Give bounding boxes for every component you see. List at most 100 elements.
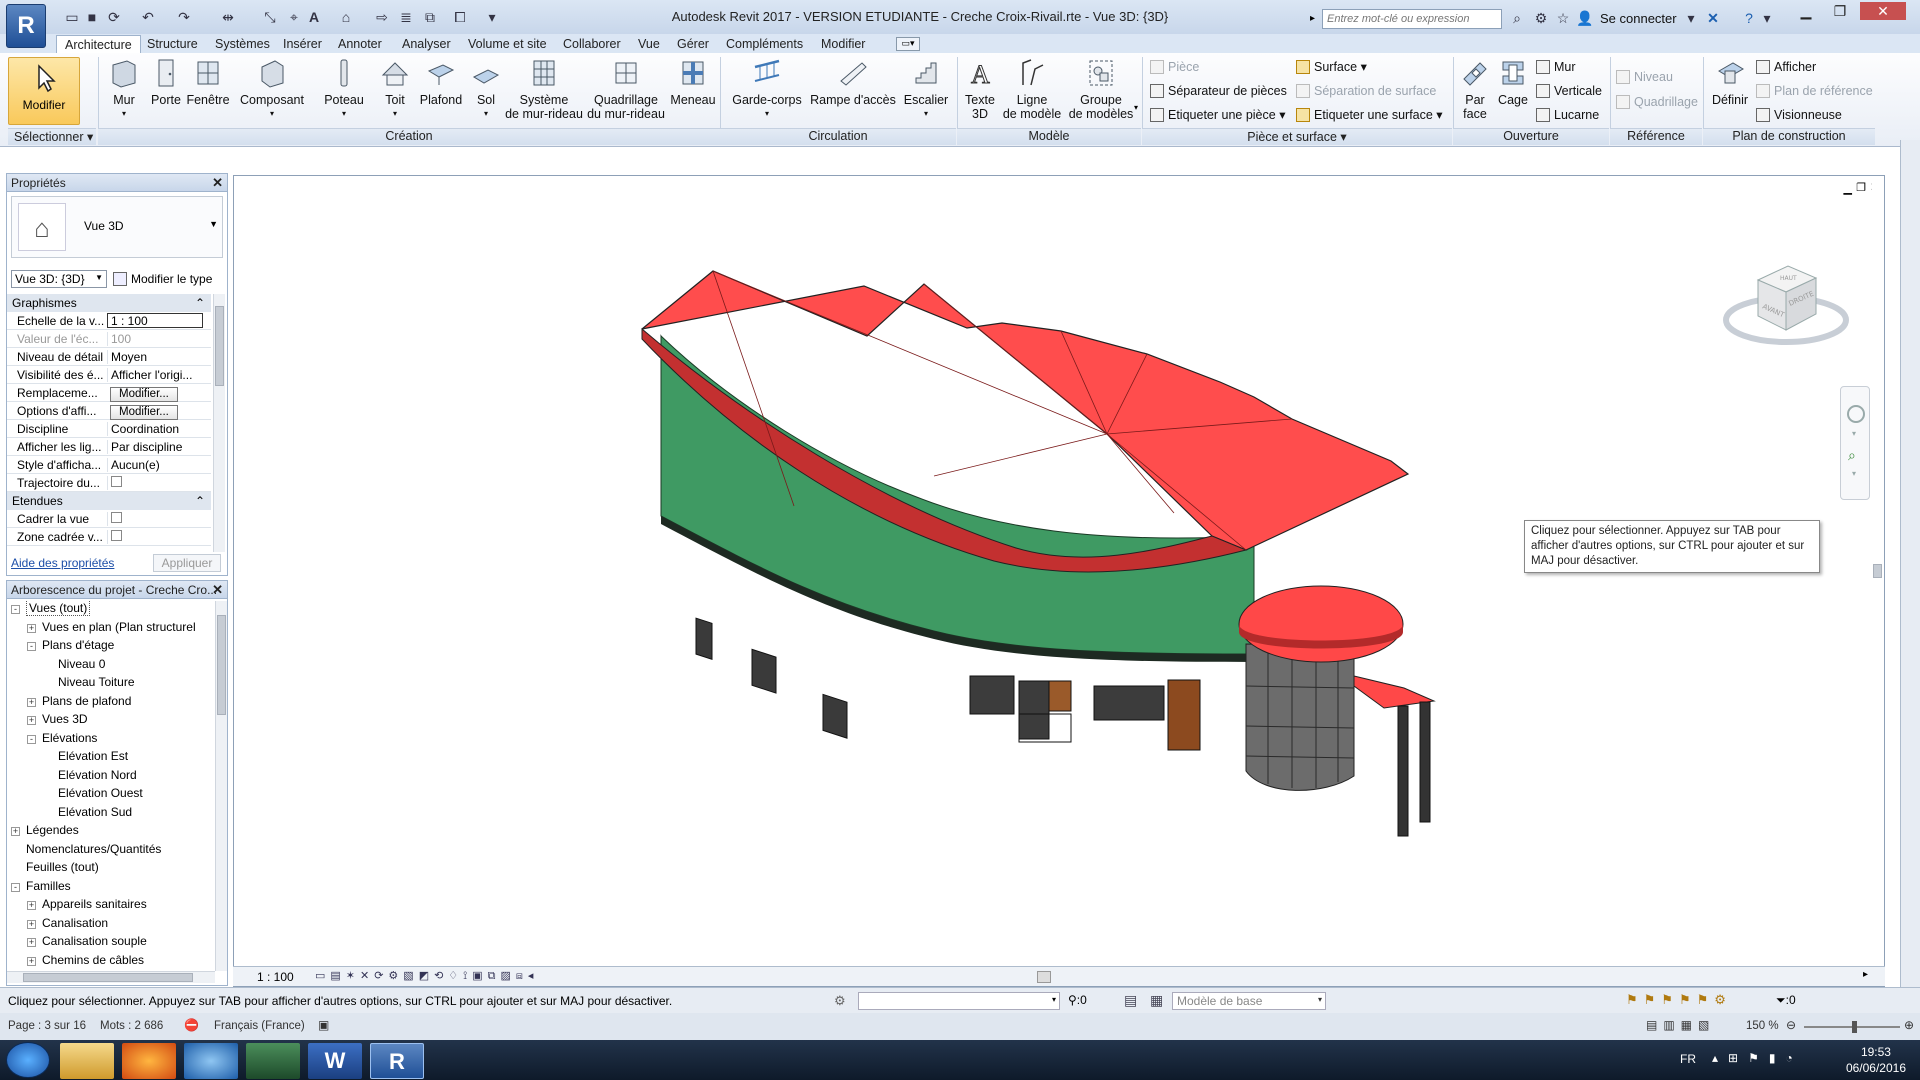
select-panel-label[interactable]: Sélectionner ▾ — [8, 128, 96, 145]
curtain-system-button[interactable]: Système de mur-rideau — [504, 57, 584, 121]
zoom-level[interactable]: 150 % — [1746, 1020, 1779, 1032]
tab-systems[interactable]: Systèmes — [207, 35, 278, 54]
tree-node[interactable]: Elévation Nord — [43, 768, 137, 786]
tag-room-button[interactable]: Etiqueter une pièce ▾ — [1150, 106, 1285, 126]
tree-node[interactable]: + Vues en plan (Plan structurel — [27, 620, 196, 638]
shaft-button[interactable]: Cage — [1496, 57, 1530, 107]
zoom-in-icon[interactable]: ⊕ — [1904, 1018, 1914, 1032]
properties-scroll-thumb[interactable] — [215, 306, 224, 386]
application-menu-button[interactable]: R — [6, 4, 46, 48]
file-explorer-taskbar-icon[interactable] — [60, 1043, 114, 1079]
properties-help-link[interactable]: Aide des propriétés — [11, 556, 114, 570]
prop-row-discipline[interactable]: Discipline Coordination — [7, 420, 211, 438]
design-options-icon[interactable]: ▤ — [1124, 992, 1137, 1009]
close-window-button[interactable]: ✕ — [1860, 2, 1906, 20]
prop-row-parts-visibility[interactable]: Visibilité des é... Afficher l'origi... — [7, 366, 211, 384]
level-button[interactable]: Niveau — [1616, 68, 1673, 88]
door-button[interactable]: Porte — [150, 57, 182, 107]
expand-node-icon[interactable]: + — [27, 956, 36, 966]
switch-windows-icon[interactable]: ⧠ — [452, 9, 468, 25]
mullion-button[interactable]: Meneau — [668, 57, 718, 107]
crop-view-checkbox[interactable] — [111, 512, 122, 523]
tree-node[interactable]: - Vues (tout) — [11, 601, 91, 619]
tab-analyze[interactable]: Analyser — [394, 35, 459, 54]
macro-icon[interactable]: ▣ — [318, 1018, 329, 1032]
wall-opening-button[interactable]: Mur — [1536, 58, 1576, 78]
measure-icon[interactable]: ⇹ — [220, 9, 236, 25]
help-icon[interactable]: ? — [1740, 10, 1758, 28]
prop-row-hidden-lines[interactable]: Afficher les lig... Par discipline — [7, 438, 211, 456]
tray-icons[interactable]: ▴⊞⚑▮◔ — [1712, 1051, 1803, 1065]
prop-row-overrides[interactable]: Remplaceme... Modifier... — [7, 384, 211, 402]
h-scroll-right-icon[interactable]: ▸ — [1863, 969, 1868, 980]
view-selector[interactable]: Vue 3D: {3D} ▼ — [11, 270, 107, 288]
room-area-panel-label[interactable]: Pièce et surface ▾ — [1142, 128, 1452, 145]
maximize-button[interactable]: ❐ — [1824, 2, 1856, 20]
search-input[interactable]: Entrez mot-clé ou expression — [1322, 9, 1502, 29]
collapse-node-icon[interactable]: - — [27, 734, 36, 744]
firefox-taskbar-icon[interactable] — [122, 1043, 176, 1079]
zoom-icon[interactable]: ⌕ — [1848, 447, 1856, 464]
zoom-dropdown-icon[interactable]: ▾ — [1852, 469, 1856, 478]
view-scale[interactable]: 1 : 100 — [257, 970, 294, 984]
ribbon-minimize-icon[interactable]: ▭▾ — [896, 37, 920, 51]
tree-node[interactable]: Nomenclatures/Quantités — [11, 842, 161, 860]
overrides-edit-button[interactable]: Modifier... — [110, 387, 178, 402]
component-button[interactable]: Composant ▾ — [240, 57, 304, 121]
properties-scrollbar[interactable] — [213, 294, 225, 552]
view-mode-icons[interactable]: ▤▥▦▧ — [1646, 1018, 1715, 1032]
prop-value[interactable]: Coordination — [107, 422, 203, 436]
browser-close-icon[interactable]: ✕ — [212, 582, 223, 598]
browser-hscroll-thumb[interactable] — [23, 973, 193, 982]
tree-node[interactable]: + Chemins de câbles — [27, 953, 144, 970]
search-expand-icon[interactable]: ▸ — [1310, 13, 1315, 24]
scale-input[interactable]: 1 : 100 — [107, 313, 203, 328]
floor-button[interactable]: Sol ▾ — [470, 57, 502, 121]
tree-node[interactable]: + Légendes — [11, 823, 79, 841]
set-workplane-button[interactable]: Définir — [1708, 57, 1752, 107]
type-dropdown-icon[interactable]: ▼ — [209, 219, 218, 229]
display-options-edit-button[interactable]: Modifier... — [110, 405, 178, 420]
tab-view[interactable]: Vue — [630, 35, 668, 54]
sync-icon[interactable]: ⟳ — [106, 9, 122, 25]
workset-selector[interactable]: ▾ — [858, 992, 1060, 1010]
railing-button[interactable]: Garde-corps ▾ — [726, 57, 808, 121]
area-boundary-button[interactable]: Séparation de surface — [1296, 82, 1436, 102]
curtain-grid-button[interactable]: Quadrillage du mur-rideau — [586, 57, 666, 121]
keyboard-language[interactable]: FR — [1680, 1052, 1696, 1066]
exclude-options-icon[interactable]: ▦ — [1150, 992, 1163, 1009]
tab-structure[interactable]: Structure — [139, 35, 206, 54]
vertical-opening-button[interactable]: Verticale — [1536, 82, 1602, 102]
open-icon[interactable]: ▭ — [64, 9, 80, 25]
prop-row-display-style[interactable]: Style d'afficha... Aucun(e) — [7, 456, 211, 474]
show-workplane-button[interactable]: Afficher — [1756, 58, 1816, 78]
sign-in-button[interactable]: Se connecter — [1600, 11, 1677, 26]
prop-row-detail-level[interactable]: Niveau de détail Moyen — [7, 348, 211, 366]
exchange-apps-icon[interactable]: ✕ — [1704, 10, 1722, 28]
collapse-node-icon[interactable]: - — [11, 882, 20, 892]
language[interactable]: Français (France) — [214, 1020, 305, 1032]
ref-plane-button[interactable]: Plan de référence — [1756, 82, 1873, 102]
tree-node[interactable]: Elévation Ouest — [43, 786, 143, 804]
filter-button[interactable]: ⏷:0 — [1776, 993, 1796, 1008]
expand-node-icon[interactable]: + — [27, 901, 36, 910]
model-group-dropdown-icon[interactable]: ▾ — [1134, 103, 1138, 112]
sign-in-dropdown-icon[interactable]: ▾ — [1682, 10, 1700, 28]
ramp-button[interactable]: Rampe d'accès — [810, 57, 896, 107]
tree-node[interactable]: Niveau Toiture — [43, 675, 135, 693]
tree-node[interactable]: + Canalisation — [27, 916, 108, 934]
tab-manage[interactable]: Gérer — [669, 35, 717, 54]
tree-node[interactable]: + Plans de plafond — [27, 694, 131, 712]
favorites-icon[interactable]: ☆ — [1554, 10, 1572, 28]
revit-taskbar-icon[interactable]: R — [370, 1043, 424, 1079]
tag-icon[interactable]: ⌖ — [286, 9, 302, 25]
viewport-scroll-thumb[interactable] — [1873, 564, 1882, 578]
help-dropdown-icon[interactable]: ▾ — [1758, 10, 1776, 28]
tab-annotate[interactable]: Annoter — [330, 35, 390, 54]
h-scroll-thumb[interactable] — [1037, 971, 1051, 983]
tab-insert[interactable]: Insérer — [275, 35, 330, 54]
browser-taskbar-icon[interactable] — [184, 1043, 238, 1079]
expand-node-icon[interactable]: + — [11, 827, 20, 836]
tree-node[interactable]: + Canalisation souple — [27, 934, 147, 952]
prop-value[interactable]: Aucun(e) — [107, 458, 203, 472]
